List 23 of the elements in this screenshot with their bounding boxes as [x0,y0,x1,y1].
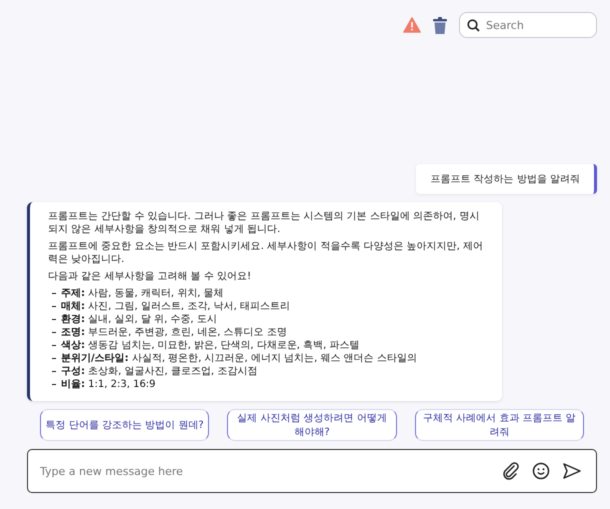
send-icon[interactable] [562,462,582,480]
message-composer[interactable]: Type a new message here [27,449,597,493]
list-item: 환경: 실내, 실외, 달 위, 수중, 도시 [52,313,488,326]
list-item: 매체: 사진, 그림, 일러스트, 조각, 낙서, 태피스트리 [52,300,488,313]
list-item: 조명: 부드러운, 주변광, 흐린, 네온, 스튜디오 조명 [52,326,488,339]
paperclip-icon[interactable] [502,462,520,480]
warning-icon[interactable] [403,17,421,33]
message-paragraph: 프롬프트는 간단할 수 있습니다. 그러나 좋은 프롬프트는 시스템의 기본 스타일에 의존하여, 명시되지 않은 세부사항을 창의적으로 채워 넣게 됩니다. [48,210,480,236]
suggestion-chip[interactable]: 실제 사진처럼 생성하려면 어떻게 해야해? [227,409,397,441]
search-field[interactable]: Search [459,12,597,38]
list-item: 주제: 사람, 동물, 캐릭터, 위치, 물체 [52,287,488,300]
list-item: 색상: 생동감 넘치는, 미묘한, 밝은, 단색의, 다채로운, 흑백, 파스텔 [52,339,488,352]
message-paragraph: 다음과 같은 세부사항을 고려해 볼 수 있어요! [48,270,252,283]
list-item: 구성: 초상화, 얼굴사진, 클로즈업, 조감시점 [52,365,488,378]
message-paragraph: 프롬프트에 중요한 요소는 반드시 포함시키세요. 세부사항이 적을수록 다양성은 높아지지만, 제어력은 낮아집니다. [48,240,484,266]
user-message: 프롬프트 작성하는 방법을 알려줘 [416,164,597,194]
suggestion-chip[interactable]: 특정 단어를 강조하는 방법이 뭔데? [40,409,210,441]
list-item: 비율: 1:1, 2:3, 16:9 [52,378,488,391]
list-item: 분위기/스타일: 사실적, 평온한, 시끄러운, 에너지 넘치는, 웨스 앤더슨 스타일의 [52,352,488,365]
search-icon [467,18,480,32]
trash-icon[interactable] [433,16,447,34]
suggestion-chip[interactable]: 구체적 사례에서 효과 프롬프트 알려줘 [414,409,584,441]
smiley-icon[interactable] [532,462,550,480]
